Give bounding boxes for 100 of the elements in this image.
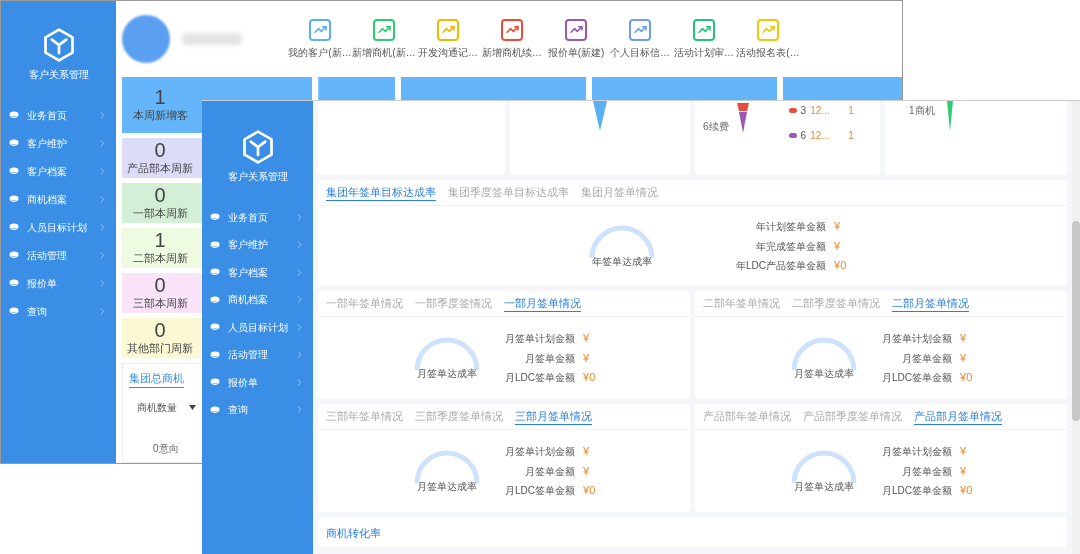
tab[interactable]: 一部年签单情况: [326, 295, 403, 312]
menu-item[interactable]: 业务首页: [1, 106, 116, 124]
gauge-label: 月签单达成率: [417, 479, 477, 494]
stat-label: 二部本周新: [132, 250, 188, 266]
app-title: 客户关系管理: [28, 68, 89, 82]
stat-label: 年计划签单金额: [756, 220, 826, 234]
tab[interactable]: 二部年签单情况: [703, 295, 780, 312]
tab[interactable]: 一部月签单情况: [504, 294, 581, 313]
gauge-label: 年签单达成率: [592, 254, 652, 269]
stat-label: 本周新增客: [132, 107, 188, 123]
user-name-blur: [182, 33, 242, 45]
chevron-icon: [97, 249, 108, 261]
section-title[interactable]: 商机转化率: [326, 527, 381, 539]
stat-label: 月签单金额: [902, 351, 952, 366]
tab[interactable]: 产品部年签单情况: [703, 408, 791, 425]
legend-number: 3: [800, 104, 807, 118]
shortcut[interactable]: 新增商机(新…: [354, 18, 414, 60]
disc-icon: [9, 251, 19, 259]
stat-label: 月LDC签单金额: [505, 371, 575, 385]
disc-icon: [210, 378, 220, 386]
amount-value: ¥: [583, 331, 591, 347]
stat-value: 0: [154, 274, 166, 295]
stat-value: 0: [154, 184, 166, 205]
menu-item[interactable]: 查询: [202, 400, 313, 419]
shortcut[interactable]: 活动计划审…: [674, 18, 734, 60]
stat-label: 年完成签单金额: [756, 239, 826, 254]
amount-value: ¥: [960, 463, 968, 479]
legend-text: 12...: [810, 104, 831, 118]
disc-icon: [210, 240, 220, 249]
metric-dropdown[interactable]: 商机数量: [129, 399, 196, 415]
menu-item[interactable]: 客户维护: [202, 235, 313, 254]
stat-label: 一部本周新: [132, 205, 188, 221]
tab[interactable]: 集团月签单情况: [581, 184, 658, 201]
menu-item[interactable]: 商机档案: [202, 290, 313, 309]
amount-value: ¥: [960, 444, 968, 460]
stat-label: 月签单金额: [525, 464, 575, 479]
stat-label: 月LDC签单金额: [505, 484, 575, 498]
disc-icon: [9, 111, 19, 119]
tab[interactable]: 产品部月签单情况: [914, 407, 1002, 426]
amount-value: ¥: [960, 350, 968, 366]
menu-item[interactable]: 客户维护: [1, 134, 116, 152]
stat-value: 1: [154, 86, 166, 107]
stat-label: 月签单计划金额: [505, 445, 575, 459]
stat-label: 月LDC签单金额: [882, 371, 952, 385]
tab[interactable]: 集团年签单目标达成率: [326, 183, 436, 202]
disc-icon: [210, 323, 220, 331]
gauge-label: 月签单达成率: [417, 366, 477, 381]
menu-item[interactable]: 客户档案: [202, 263, 313, 281]
amount-value: ¥: [834, 219, 842, 235]
funnel-label: 1商机: [909, 104, 935, 118]
menu-item[interactable]: 人员目标计划: [202, 318, 313, 336]
stat-label: 年LDC产品签单金额: [736, 259, 826, 273]
menu-item[interactable]: 查询: [1, 302, 116, 320]
card-title[interactable]: 集团总商机: [129, 370, 184, 388]
shortcut[interactable]: 开发沟通记…: [418, 18, 478, 60]
shortcut[interactable]: 活动报名表(…: [738, 18, 798, 60]
menu-item[interactable]: 报价单: [1, 274, 116, 292]
stat-label: 月签单金额: [902, 464, 952, 479]
stat-label: 三部本周新: [132, 295, 188, 311]
amount-value: ¥0: [583, 483, 597, 499]
menu-item[interactable]: 商机档案: [1, 190, 116, 208]
disc-icon: [9, 195, 19, 203]
tab[interactable]: 二部季度签单情况: [792, 295, 880, 312]
tab[interactable]: 产品部季度签单情况: [803, 408, 902, 425]
amount-value: ¥: [583, 350, 591, 366]
funnel-chart: [736, 103, 749, 133]
disc-icon: [9, 307, 19, 315]
disc-icon: [9, 167, 19, 175]
legend-number: 6: [800, 129, 807, 143]
shortcut[interactable]: 个人目标信…: [610, 18, 670, 60]
shortcut[interactable]: 新增商机续…: [482, 18, 542, 60]
gauge-label: 月签单达成率: [794, 479, 854, 494]
menu-item[interactable]: 报价单: [202, 373, 313, 391]
shortcut[interactable]: 报价单(新建): [546, 18, 606, 60]
amount-value: ¥0: [960, 370, 974, 386]
disc-icon: [210, 268, 220, 276]
tab[interactable]: 三部月签单情况: [515, 407, 592, 426]
amount-value: ¥: [834, 238, 842, 254]
menu-item[interactable]: 活动管理: [1, 246, 116, 264]
amount-value: ¥0: [583, 370, 597, 386]
stat-label: 月LDC签单金额: [882, 484, 952, 498]
stat-value: 0: [154, 139, 166, 160]
menu-item[interactable]: 人员目标计划: [1, 218, 116, 236]
stat-value: 0: [154, 319, 166, 340]
tab[interactable]: 二部月签单情况: [892, 294, 969, 313]
disc-icon: [210, 405, 220, 414]
menu-item[interactable]: 活动管理: [202, 345, 313, 364]
legend-count: 1: [848, 129, 854, 143]
amount-value: ¥0: [960, 483, 974, 499]
funnel-label: 6续费: [703, 120, 729, 134]
menu-item[interactable]: 业务首页: [202, 208, 313, 226]
disc-icon: [9, 223, 19, 231]
caret-icon: [189, 404, 196, 410]
menu-item[interactable]: 客户档案: [1, 162, 116, 180]
tab[interactable]: 一部季度签情况: [415, 295, 492, 312]
amount-value: ¥: [583, 444, 591, 460]
tab[interactable]: 集团季度签单目标达成率: [448, 184, 569, 201]
stat-label: 产品部本周新: [127, 160, 193, 176]
disc-icon: [9, 279, 19, 287]
stat-value: 1: [154, 229, 166, 250]
